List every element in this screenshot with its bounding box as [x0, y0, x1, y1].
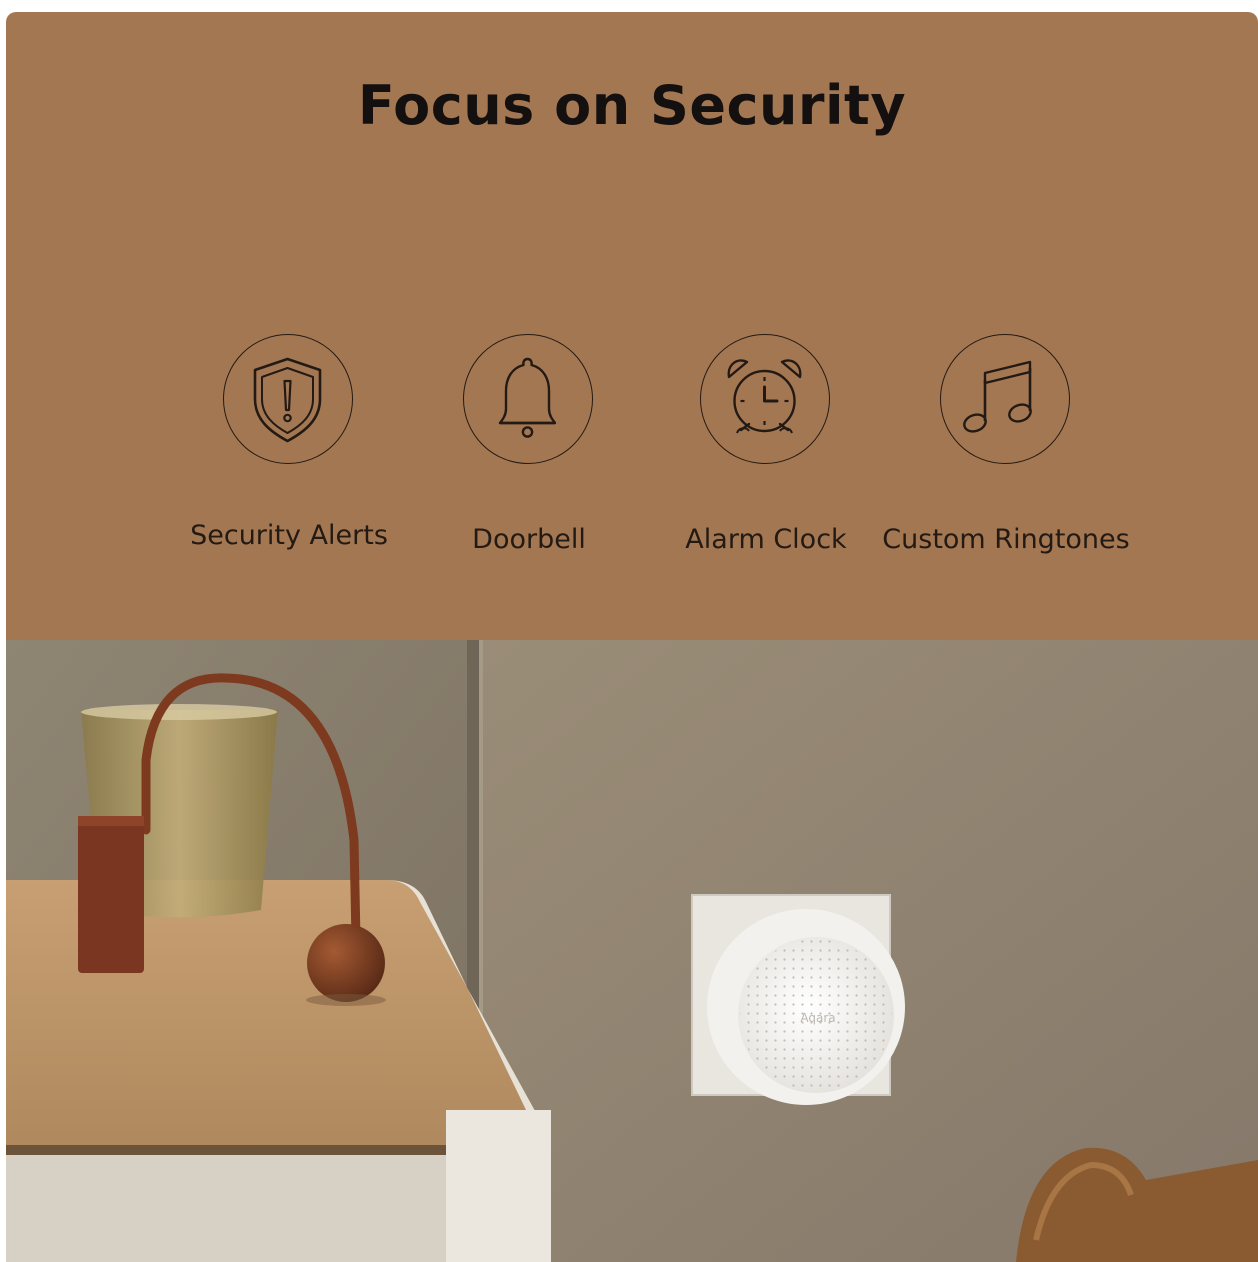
product-photo: Aqara — [6, 640, 1258, 1262]
feature-custom-ringtones: Custom Ringtones — [876, 334, 1136, 564]
feature-label: Custom Ringtones — [882, 524, 1130, 555]
alarm-clock-icon — [700, 334, 830, 464]
feature-doorbell: Doorbell — [399, 334, 659, 564]
feature-alarm-clock: Alarm Clock — [636, 334, 896, 564]
feature-label: Alarm Clock — [685, 524, 847, 555]
music-note-icon — [940, 334, 1070, 464]
page-title: Focus on Security — [357, 74, 907, 137]
feature-panel: Focus on Security Security Alerts Doorbe… — [6, 12, 1258, 640]
feature-card: Focus on Security Security Alerts Doorbe… — [6, 12, 1258, 1262]
bell-icon — [463, 334, 593, 464]
shield-alert-icon — [223, 334, 353, 464]
feature-label: Security Alerts — [190, 520, 388, 551]
feature-security-alerts: Security Alerts — [159, 334, 419, 564]
device-brand-logo: Aqara — [800, 1011, 835, 1025]
feature-label: Doorbell — [472, 524, 586, 555]
